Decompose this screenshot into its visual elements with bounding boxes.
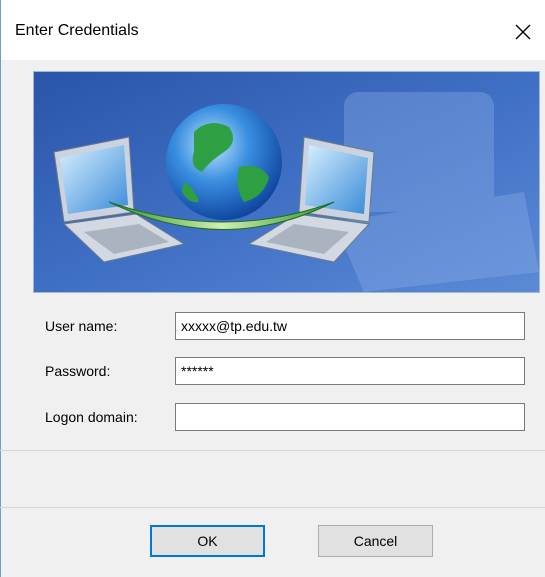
window-border bbox=[0, 0, 1, 577]
separator bbox=[0, 450, 545, 451]
separator bbox=[0, 507, 545, 508]
banner-image bbox=[33, 71, 540, 293]
cancel-button[interactable]: Cancel bbox=[318, 525, 433, 557]
network-globe-laptops-illustration bbox=[34, 72, 539, 292]
ok-button[interactable]: OK bbox=[150, 525, 265, 557]
window-title: Enter Credentials bbox=[15, 22, 139, 39]
username-field[interactable] bbox=[175, 312, 525, 340]
credentials-dialog: Enter Credentials User name: xxxxx@tp.ed… bbox=[0, 0, 545, 577]
title-bar: Enter Credentials bbox=[0, 0, 545, 60]
logon-domain-field[interactable] bbox=[175, 403, 525, 431]
close-icon bbox=[515, 24, 531, 40]
close-button[interactable] bbox=[499, 8, 545, 54]
password-field[interactable] bbox=[175, 357, 525, 385]
password-label: Password: bbox=[45, 363, 111, 379]
domain-label: Logon domain: bbox=[45, 409, 138, 425]
username-label: User name: bbox=[45, 318, 118, 334]
